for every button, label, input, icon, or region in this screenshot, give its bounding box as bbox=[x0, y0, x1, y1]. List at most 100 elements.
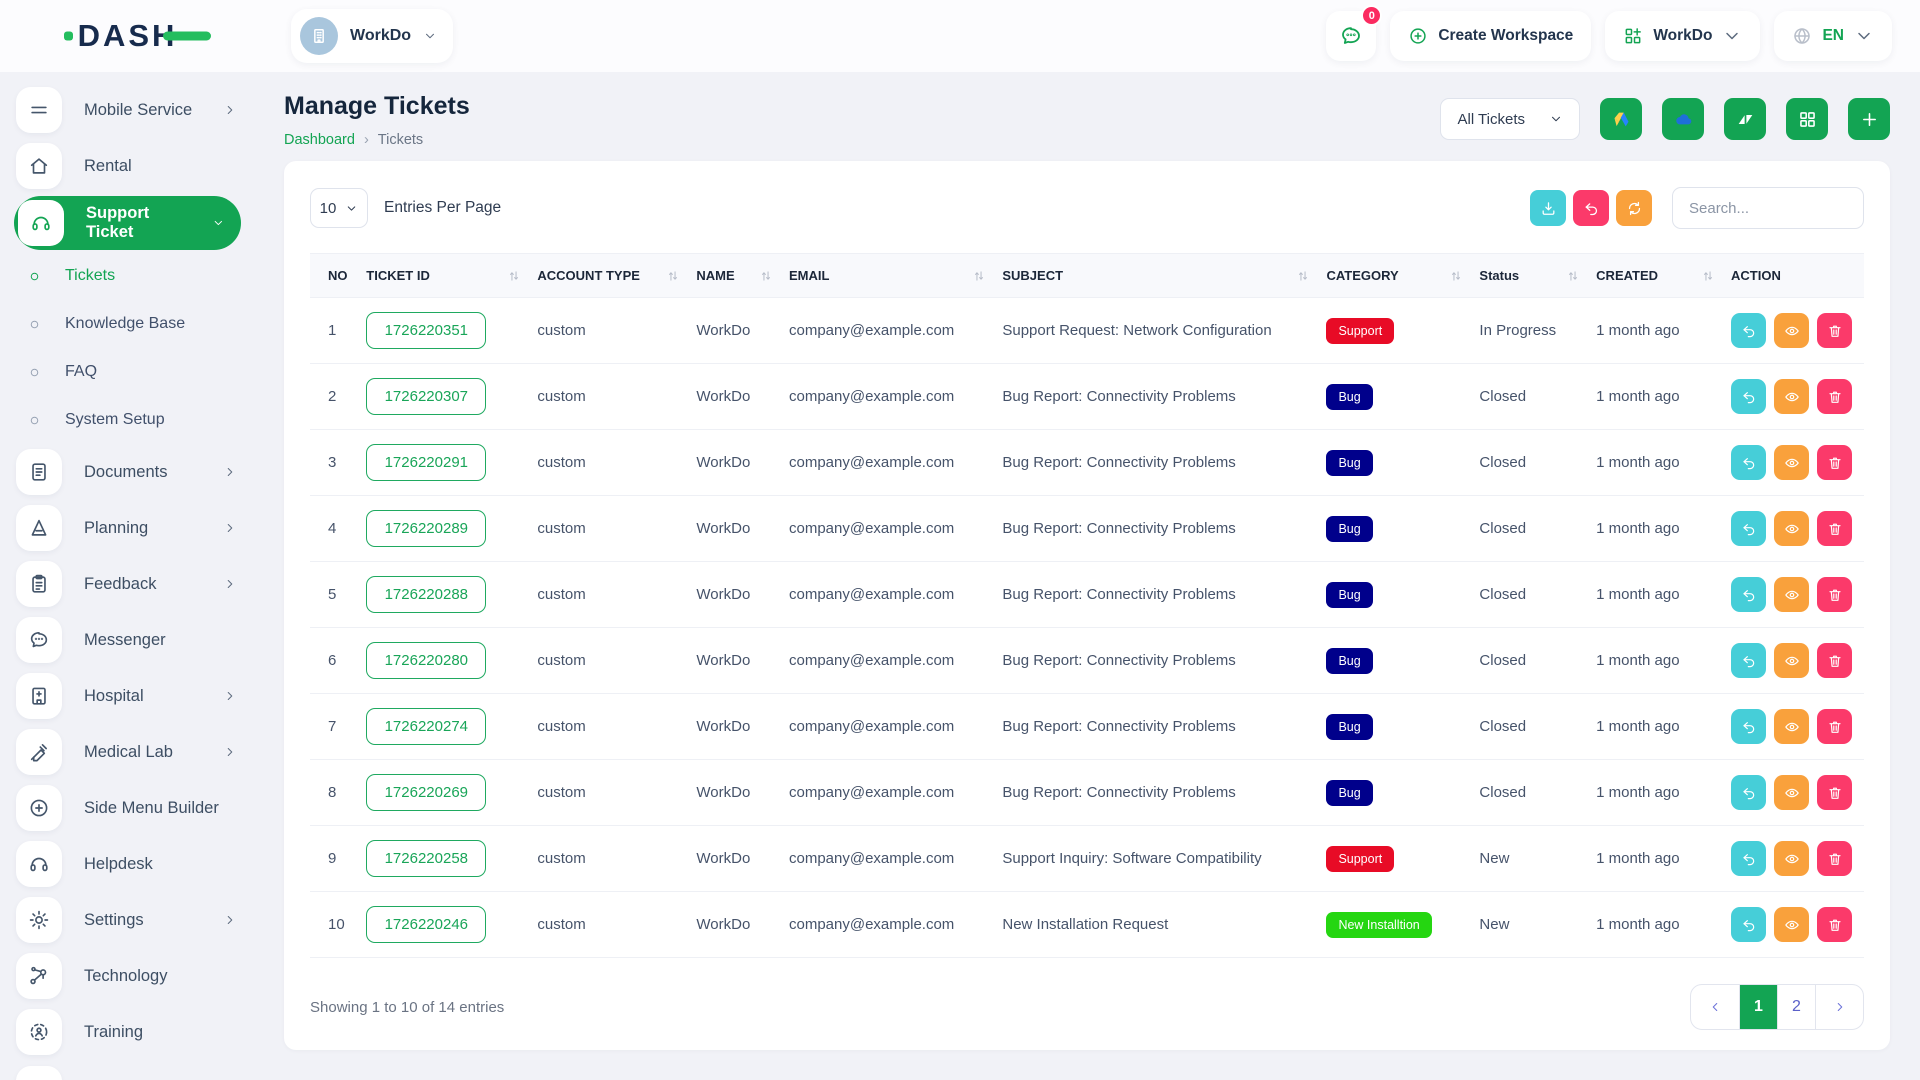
reply-button[interactable] bbox=[1731, 709, 1766, 744]
sidebar-item-mobile-service[interactable]: Mobile Service bbox=[0, 82, 255, 138]
entries-per-page-label: Entries Per Page bbox=[384, 199, 501, 217]
refresh-button[interactable] bbox=[1616, 190, 1652, 226]
reply-button[interactable] bbox=[1731, 511, 1766, 546]
pagination-page-2[interactable]: 2 bbox=[1777, 985, 1815, 1029]
ticket-id-button[interactable]: 1726220258 bbox=[366, 840, 486, 877]
column-header-category[interactable]: CATEGORY bbox=[1318, 254, 1471, 298]
cell-name: WorkDo bbox=[688, 430, 781, 496]
view-button[interactable] bbox=[1774, 907, 1809, 942]
ticket-id-button[interactable]: 1726220246 bbox=[366, 906, 486, 943]
reply-button[interactable] bbox=[1731, 643, 1766, 678]
column-header-subject[interactable]: SUBJECT bbox=[994, 254, 1318, 298]
google-drive-button[interactable] bbox=[1600, 98, 1642, 140]
column-header-account-type[interactable]: ACCOUNT TYPE bbox=[529, 254, 688, 298]
chevron-right-icon bbox=[1833, 1000, 1847, 1014]
sidebar-item-rental[interactable]: Rental bbox=[0, 138, 255, 194]
sidebar-subitem-faq[interactable]: FAQ bbox=[0, 348, 255, 396]
sidebar-item-training[interactable]: Training bbox=[0, 1004, 255, 1060]
cell-created: 1 month ago bbox=[1588, 562, 1723, 628]
breadcrumb-current: Tickets bbox=[378, 132, 423, 148]
view-button[interactable] bbox=[1774, 709, 1809, 744]
column-header-created[interactable]: CREATED bbox=[1588, 254, 1723, 298]
ticket-id-button[interactable]: 1726220269 bbox=[366, 774, 486, 811]
category-badge: Bug bbox=[1326, 780, 1372, 806]
delete-button[interactable] bbox=[1817, 445, 1852, 480]
sidebar-item-support-ticket[interactable]: Support Ticket bbox=[14, 196, 241, 250]
delete-button[interactable] bbox=[1817, 643, 1852, 678]
create-workspace-button[interactable]: Create Workspace bbox=[1390, 11, 1591, 61]
brand-logo[interactable]: DASH bbox=[78, 18, 178, 54]
column-header-email[interactable]: EMAIL bbox=[781, 254, 994, 298]
pagination-prev[interactable] bbox=[1691, 985, 1739, 1029]
chat-button[interactable]: 0 bbox=[1326, 11, 1376, 61]
ticket-id-button[interactable]: 1726220280 bbox=[366, 642, 486, 679]
sidebar-subitem-tickets[interactable]: Tickets bbox=[0, 252, 255, 300]
google-drive-icon bbox=[1611, 109, 1632, 130]
reply-button[interactable] bbox=[1731, 841, 1766, 876]
view-button[interactable] bbox=[1774, 379, 1809, 414]
view-button[interactable] bbox=[1774, 577, 1809, 612]
workspace-menu-button[interactable]: WorkDo bbox=[1605, 11, 1760, 61]
sidebar-item-medical-lab[interactable]: Medical Lab bbox=[0, 724, 255, 780]
sidebar-item-technology[interactable]: Technology bbox=[0, 948, 255, 1004]
reply-button[interactable] bbox=[1731, 313, 1766, 348]
delete-button[interactable] bbox=[1817, 841, 1852, 876]
reset-button[interactable] bbox=[1573, 190, 1609, 226]
cell-email: company@example.com bbox=[781, 826, 994, 892]
view-button[interactable] bbox=[1774, 841, 1809, 876]
view-button[interactable] bbox=[1774, 313, 1809, 348]
sidebar-subitem-system-setup[interactable]: System Setup bbox=[0, 396, 255, 444]
ticket-id-button[interactable]: 1726220288 bbox=[366, 576, 486, 613]
export-button[interactable] bbox=[1530, 190, 1566, 226]
delete-button[interactable] bbox=[1817, 379, 1852, 414]
reply-button[interactable] bbox=[1731, 907, 1766, 942]
column-header-ticket-id[interactable]: TICKET ID bbox=[358, 254, 529, 298]
view-button[interactable] bbox=[1774, 511, 1809, 546]
plus-button[interactable] bbox=[1848, 98, 1890, 140]
reply-button[interactable] bbox=[1731, 775, 1766, 810]
sidebar-item-documents[interactable]: Documents bbox=[0, 444, 255, 500]
reply-button[interactable] bbox=[1731, 445, 1766, 480]
trash-icon bbox=[1827, 917, 1843, 933]
entries-per-page-select[interactable]: 10 bbox=[310, 188, 368, 228]
onedrive-button[interactable] bbox=[1662, 98, 1704, 140]
grid-button[interactable] bbox=[1786, 98, 1828, 140]
breadcrumb-dashboard[interactable]: Dashboard bbox=[284, 132, 355, 148]
column-header-name[interactable]: NAME bbox=[688, 254, 781, 298]
reply-button[interactable] bbox=[1731, 577, 1766, 612]
ticket-id-button[interactable]: 1726220274 bbox=[366, 708, 486, 745]
delete-button[interactable] bbox=[1817, 313, 1852, 348]
view-button[interactable] bbox=[1774, 775, 1809, 810]
delete-button[interactable] bbox=[1817, 709, 1852, 744]
delete-button[interactable] bbox=[1817, 907, 1852, 942]
column-header-status[interactable]: Status bbox=[1471, 254, 1588, 298]
language-selector[interactable]: EN bbox=[1774, 11, 1892, 61]
sidebar-item-messenger[interactable]: Messenger bbox=[0, 612, 255, 668]
cell-created: 1 month ago bbox=[1588, 694, 1723, 760]
ticket-id-button[interactable]: 1726220291 bbox=[366, 444, 486, 481]
cell-name: WorkDo bbox=[688, 364, 781, 430]
view-button[interactable] bbox=[1774, 445, 1809, 480]
sidebar-item-hospital[interactable]: Hospital bbox=[0, 668, 255, 724]
zendesk-button[interactable] bbox=[1724, 98, 1766, 140]
sidebar-item-settings[interactable]: Settings bbox=[0, 892, 255, 948]
ticket-id-button[interactable]: 1726220289 bbox=[366, 510, 486, 547]
delete-button[interactable] bbox=[1817, 577, 1852, 612]
sidebar-subitem-knowledge-base[interactable]: Knowledge Base bbox=[0, 300, 255, 348]
search-input[interactable] bbox=[1672, 187, 1864, 229]
sidebar-item-side-menu-builder[interactable]: Side Menu Builder bbox=[0, 780, 255, 836]
ticket-id-button[interactable]: 1726220351 bbox=[366, 312, 486, 349]
ticket-filter-select[interactable]: All Tickets bbox=[1440, 98, 1580, 140]
delete-button[interactable] bbox=[1817, 775, 1852, 810]
sidebar-item-helpdesk[interactable]: Helpdesk bbox=[0, 836, 255, 892]
delete-button[interactable] bbox=[1817, 511, 1852, 546]
ticket-id-button[interactable]: 1726220307 bbox=[366, 378, 486, 415]
sidebar-item-feedback[interactable]: Feedback bbox=[0, 556, 255, 612]
sidebar-item-planning[interactable]: Planning bbox=[0, 500, 255, 556]
pagination-next[interactable] bbox=[1815, 985, 1863, 1029]
reply-button[interactable] bbox=[1731, 379, 1766, 414]
workspace-selector[interactable]: WorkDo bbox=[291, 9, 453, 63]
view-button[interactable] bbox=[1774, 643, 1809, 678]
table-row: 5 1726220288 custom WorkDo company@examp… bbox=[310, 562, 1864, 628]
pagination-page-1[interactable]: 1 bbox=[1739, 985, 1777, 1029]
